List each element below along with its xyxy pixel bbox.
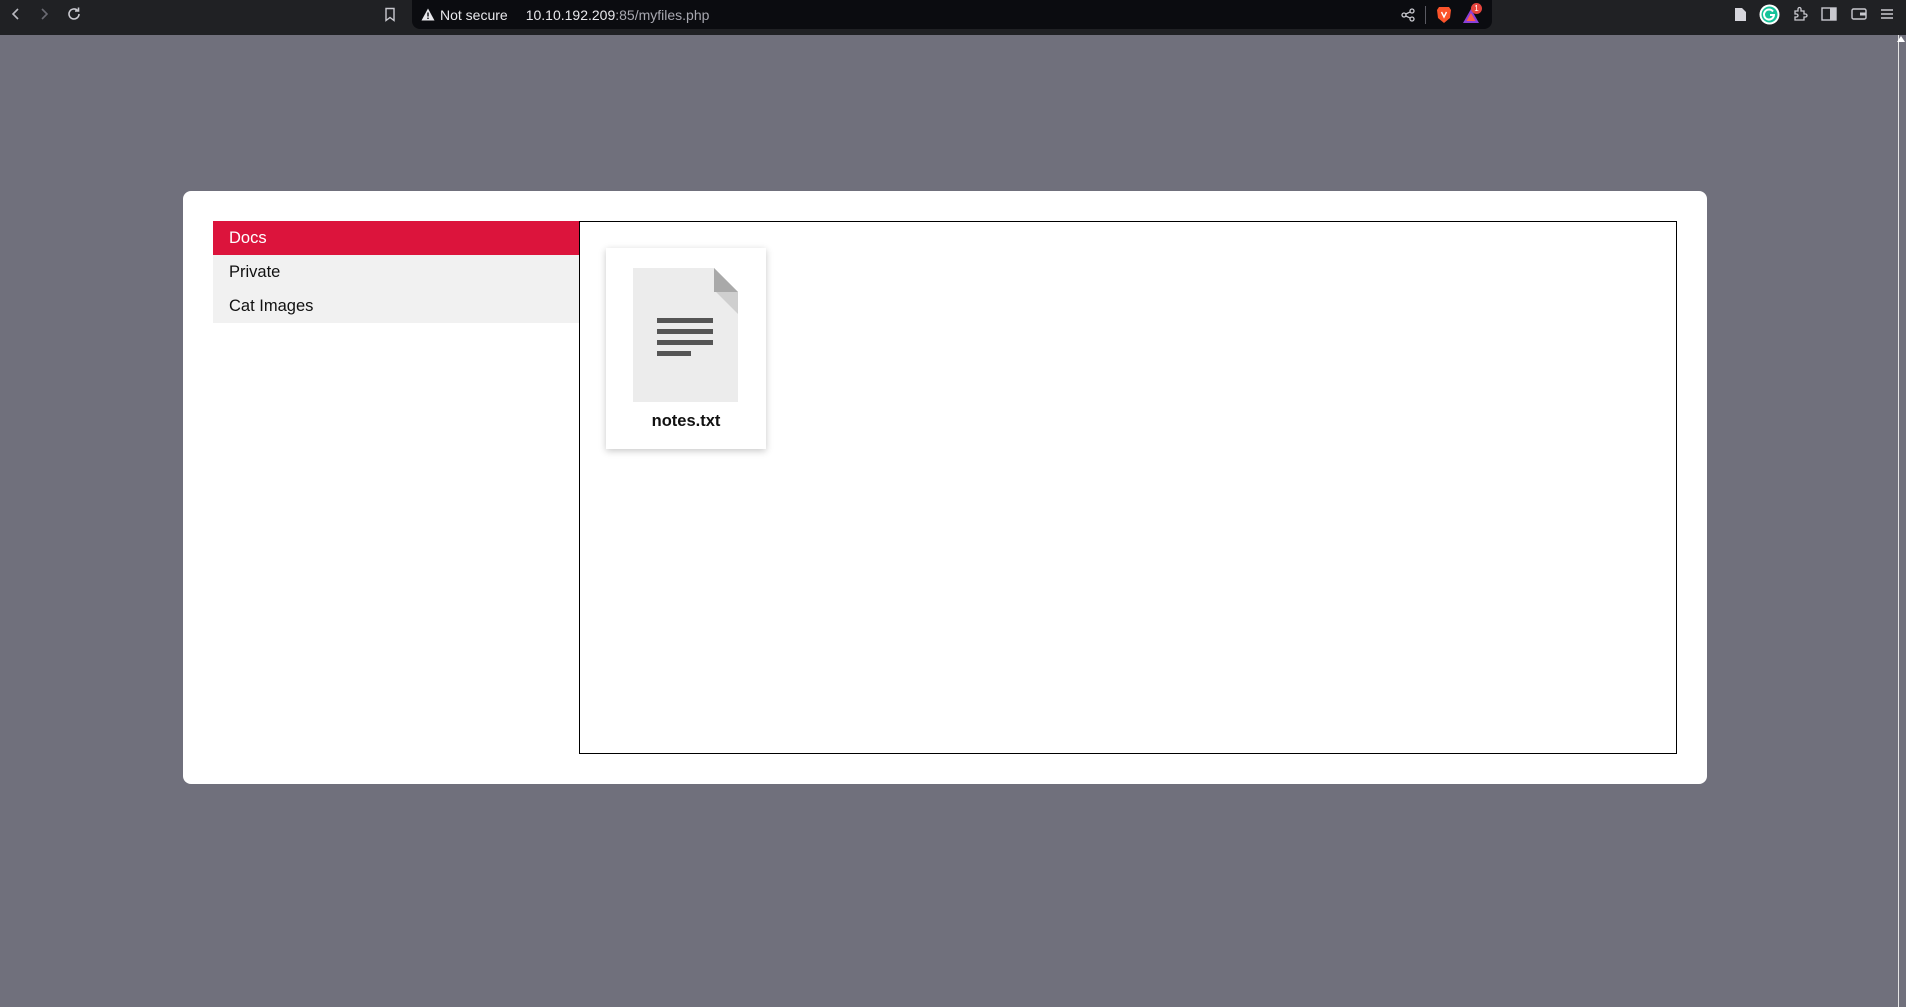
- rewards-badge: 1: [1471, 2, 1482, 14]
- menu-button[interactable]: [1876, 0, 1898, 28]
- toolbar-divider: [1425, 5, 1426, 24]
- tab-label: Docs: [229, 228, 267, 247]
- tab-docs[interactable]: Docs: [213, 221, 579, 255]
- url-path: :85/myfiles.php: [615, 6, 710, 23]
- security-label: Not secure: [440, 6, 508, 23]
- reader-icon: [1734, 7, 1746, 21]
- grammarly-icon: [1759, 4, 1779, 24]
- brave-shield-icon[interactable]: [1436, 6, 1452, 24]
- sidebar-button[interactable]: [1818, 0, 1840, 28]
- file-name: notes.txt: [651, 412, 721, 430]
- tab-label: Private: [229, 262, 281, 281]
- wallet-icon: [1851, 8, 1867, 20]
- sidebar-icon: [1821, 7, 1837, 21]
- tab-cat-images[interactable]: Cat Images: [213, 289, 579, 323]
- scroll-up-arrow-icon[interactable]: [1897, 36, 1905, 42]
- warning-icon: [421, 8, 435, 21]
- security-indicator[interactable]: Not secure: [421, 7, 508, 23]
- back-button[interactable]: [6, 0, 26, 28]
- share-icon[interactable]: [1401, 7, 1415, 22]
- forward-button[interactable]: [34, 0, 54, 28]
- grammarly-button[interactable]: [1757, 0, 1781, 28]
- tab-label: Cat Images: [229, 296, 314, 315]
- browser-toolbar: Not secure 10.10.192.209:85/myfiles.php …: [0, 0, 1906, 35]
- tab-private[interactable]: Private: [213, 255, 579, 289]
- back-icon: [11, 8, 19, 20]
- forward-icon: [41, 8, 49, 20]
- extensions-button[interactable]: [1789, 0, 1811, 28]
- reload-button[interactable]: [62, 0, 86, 28]
- folder-tabs: Docs Private Cat Images: [213, 221, 579, 323]
- brave-rewards-button[interactable]: 1: [1462, 2, 1482, 24]
- wallet-button[interactable]: [1848, 0, 1870, 28]
- bookmark-icon: [385, 7, 395, 22]
- menu-icon: [1881, 9, 1893, 19]
- address-bar[interactable]: Not secure 10.10.192.209:85/myfiles.php …: [412, 0, 1492, 29]
- bookmark-button[interactable]: [380, 0, 400, 28]
- file-item[interactable]: notes.txt: [606, 248, 766, 449]
- file-list-area: notes.txt: [579, 221, 1677, 754]
- page-scrollbar[interactable]: [1898, 35, 1906, 1007]
- url-text[interactable]: 10.10.192.209:85/myfiles.php: [526, 7, 710, 23]
- reload-icon: [68, 7, 80, 20]
- file-browser-panel: Docs Private Cat Images notes.txt: [183, 191, 1707, 784]
- url-host: 10.10.192.209: [525, 6, 616, 23]
- reader-button[interactable]: [1730, 0, 1750, 28]
- extensions-icon: [1794, 6, 1808, 21]
- text-file-icon: [633, 268, 738, 402]
